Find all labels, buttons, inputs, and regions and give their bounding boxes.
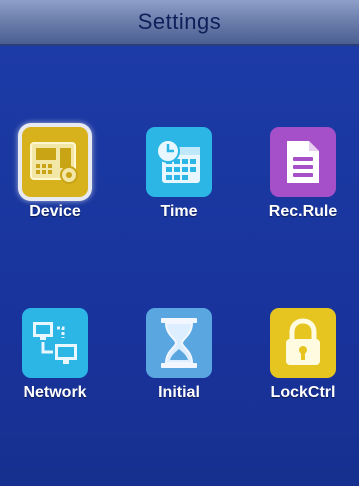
menu-item-label: Initial xyxy=(158,384,200,401)
menu-item-time[interactable]: Time xyxy=(124,127,234,247)
menu-item-label: Time xyxy=(160,203,198,220)
menu-item-label: Network xyxy=(23,384,87,401)
document-icon xyxy=(270,127,336,197)
menu-item-device[interactable]: Device xyxy=(0,127,110,247)
menu-item-lockctrl[interactable]: LockCtrl xyxy=(248,308,358,428)
settings-screen: Settings Device Time Rec.Rule Network In… xyxy=(0,0,359,486)
lock-icon xyxy=(270,308,336,378)
calendar-clock-icon xyxy=(146,127,212,197)
title-bar: Settings xyxy=(0,0,359,46)
page-title: Settings xyxy=(137,9,222,34)
hourglass-icon xyxy=(146,308,212,378)
menu-item-label: Device xyxy=(29,203,81,220)
network-icon xyxy=(22,308,88,378)
menu-item-rec-rule[interactable]: Rec.Rule xyxy=(248,127,358,247)
menu-item-initial[interactable]: Initial xyxy=(124,308,234,428)
menu-item-label: Rec.Rule xyxy=(268,203,338,220)
menu-item-network[interactable]: Network xyxy=(0,308,110,428)
device-icon xyxy=(22,127,88,197)
menu-item-label: LockCtrl xyxy=(270,384,336,401)
